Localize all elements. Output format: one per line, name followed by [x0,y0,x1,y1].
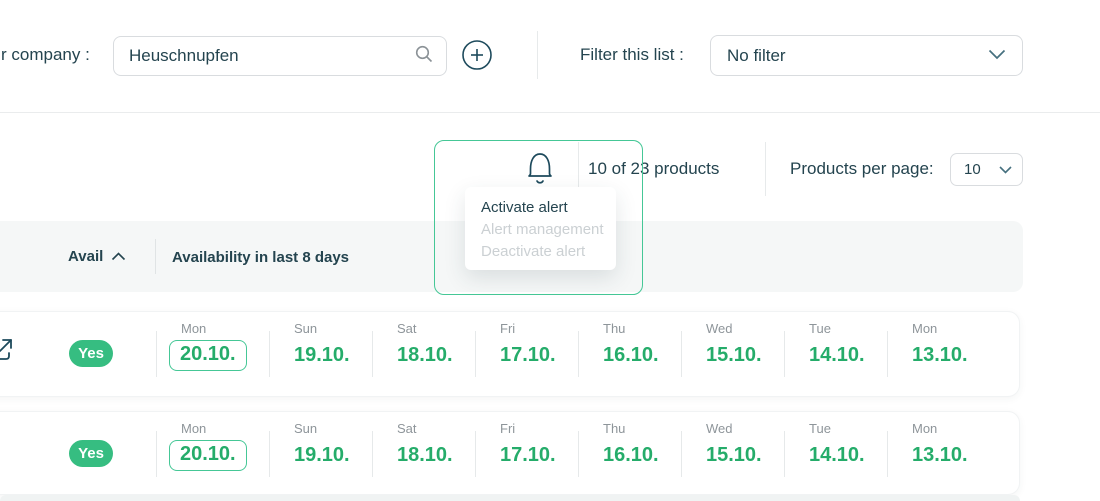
day-label: Sat [397,321,417,336]
date-value[interactable]: 18.10. [397,344,453,366]
date-value[interactable]: 14.10. [809,444,865,466]
company-search-input[interactable] [129,46,414,66]
date-column: Tue 14.10. [784,312,887,396]
date-value[interactable]: 20.10. [169,440,247,471]
company-search-box[interactable] [113,36,447,76]
date-value[interactable]: 13.10. [912,444,968,466]
plus-circle-icon [461,40,493,74]
date-column: Fri 17.10. [475,312,578,396]
day-label: Thu [603,321,626,336]
date-column: Mon 13.10. [887,412,990,494]
date-column: Sat 18.10. [372,412,475,494]
day-label: Sat [397,421,417,436]
date-value[interactable]: 13.10. [912,344,968,366]
search-icon[interactable] [414,44,434,69]
date-column: Wed 15.10. [681,312,784,396]
day-label: Mon [912,421,938,436]
date-column: Mon 20.10. [156,412,269,494]
date-column: Thu 16.10. [578,412,681,494]
day-label: Sun [294,421,318,436]
next-row-edge [0,495,1020,501]
availability-status-badge: Yes [69,440,113,467]
topbar-rule [0,112,1100,113]
availability-status-badge: Yes [69,340,113,367]
date-value[interactable]: 17.10. [500,344,556,366]
day-label: Fri [500,321,516,336]
day-label: Wed [706,321,733,336]
day-label: Mon [181,421,207,436]
header-divider [155,239,156,274]
alert-dropdown-menu: Activate alert Alert management Deactiva… [465,187,616,270]
date-column: Mon 13.10. [887,312,990,396]
date-column: Tue 14.10. [784,412,887,494]
date-value[interactable]: 18.10. [397,444,453,466]
list-filter-select[interactable]: No filter [710,35,1023,76]
day-label: Tue [809,421,831,436]
availability-dates: Mon 20.10. Sun 19.10. Sat 18.10. Fri 17.… [156,312,990,396]
day-label: Wed [706,421,733,436]
menu-item-activate-alert[interactable]: Activate alert [481,197,616,219]
avail-header-label: Avail [68,248,104,265]
date-value[interactable]: 16.10. [603,344,659,366]
column-header-avail[interactable]: Avail [68,248,126,265]
date-column: Sun 19.10. [269,412,372,494]
date-value[interactable]: 15.10. [706,344,762,366]
alerts-button[interactable] [522,148,558,188]
availability-dates: Mon 20.10. Sun 19.10. Sat 18.10. Fri 17.… [156,412,990,494]
date-column: Sat 18.10. [372,312,475,396]
menu-item-alert-management[interactable]: Alert management [481,219,616,241]
date-column: Fri 17.10. [475,412,578,494]
open-product-button[interactable] [0,336,15,364]
external-link-icon [0,339,15,367]
toolbar-divider [765,142,766,196]
list-filter-label: Filter this list : [580,45,684,64]
chevron-down-icon [999,161,1012,179]
date-column: Mon 20.10. [156,312,269,396]
column-header-availability: Availability in last 8 days [172,249,350,266]
table-row: Yes Mon 20.10. Sun 19.10. Sat 18.10. Fri… [0,411,1020,495]
add-company-button[interactable] [461,39,493,71]
date-column: Wed 15.10. [681,412,784,494]
day-label: Sun [294,321,318,336]
day-label: Mon [181,321,207,336]
date-value[interactable]: 19.10. [294,344,350,366]
products-per-page-label: Products per page: [790,159,934,178]
day-label: Fri [500,421,516,436]
availability-page: r company : Filter this list : No filter [0,0,1100,501]
day-label: Thu [603,421,626,436]
menu-item-deactivate-alert[interactable]: Deactivate alert [481,241,616,263]
date-value[interactable]: 15.10. [706,444,762,466]
company-filter-label: r company : [1,45,90,64]
date-value[interactable]: 17.10. [500,444,556,466]
date-value[interactable]: 20.10. [169,340,247,371]
products-per-page-value: 10 [964,161,981,178]
table-row: Yes Mon 20.10. Sun 19.10. Sat 18.10. Fri… [0,311,1020,397]
date-column: Sun 19.10. [269,312,372,396]
day-label: Tue [809,321,831,336]
date-value[interactable]: 14.10. [809,344,865,366]
list-filter-value: No filter [727,45,786,65]
topbar-divider [537,31,538,79]
chevron-up-icon [111,248,126,265]
products-per-page-select[interactable]: 10 [950,153,1023,186]
date-column: Thu 16.10. [578,312,681,396]
date-value[interactable]: 16.10. [603,444,659,466]
date-value[interactable]: 19.10. [294,444,350,466]
chevron-down-icon [988,47,1006,65]
day-label: Mon [912,321,938,336]
